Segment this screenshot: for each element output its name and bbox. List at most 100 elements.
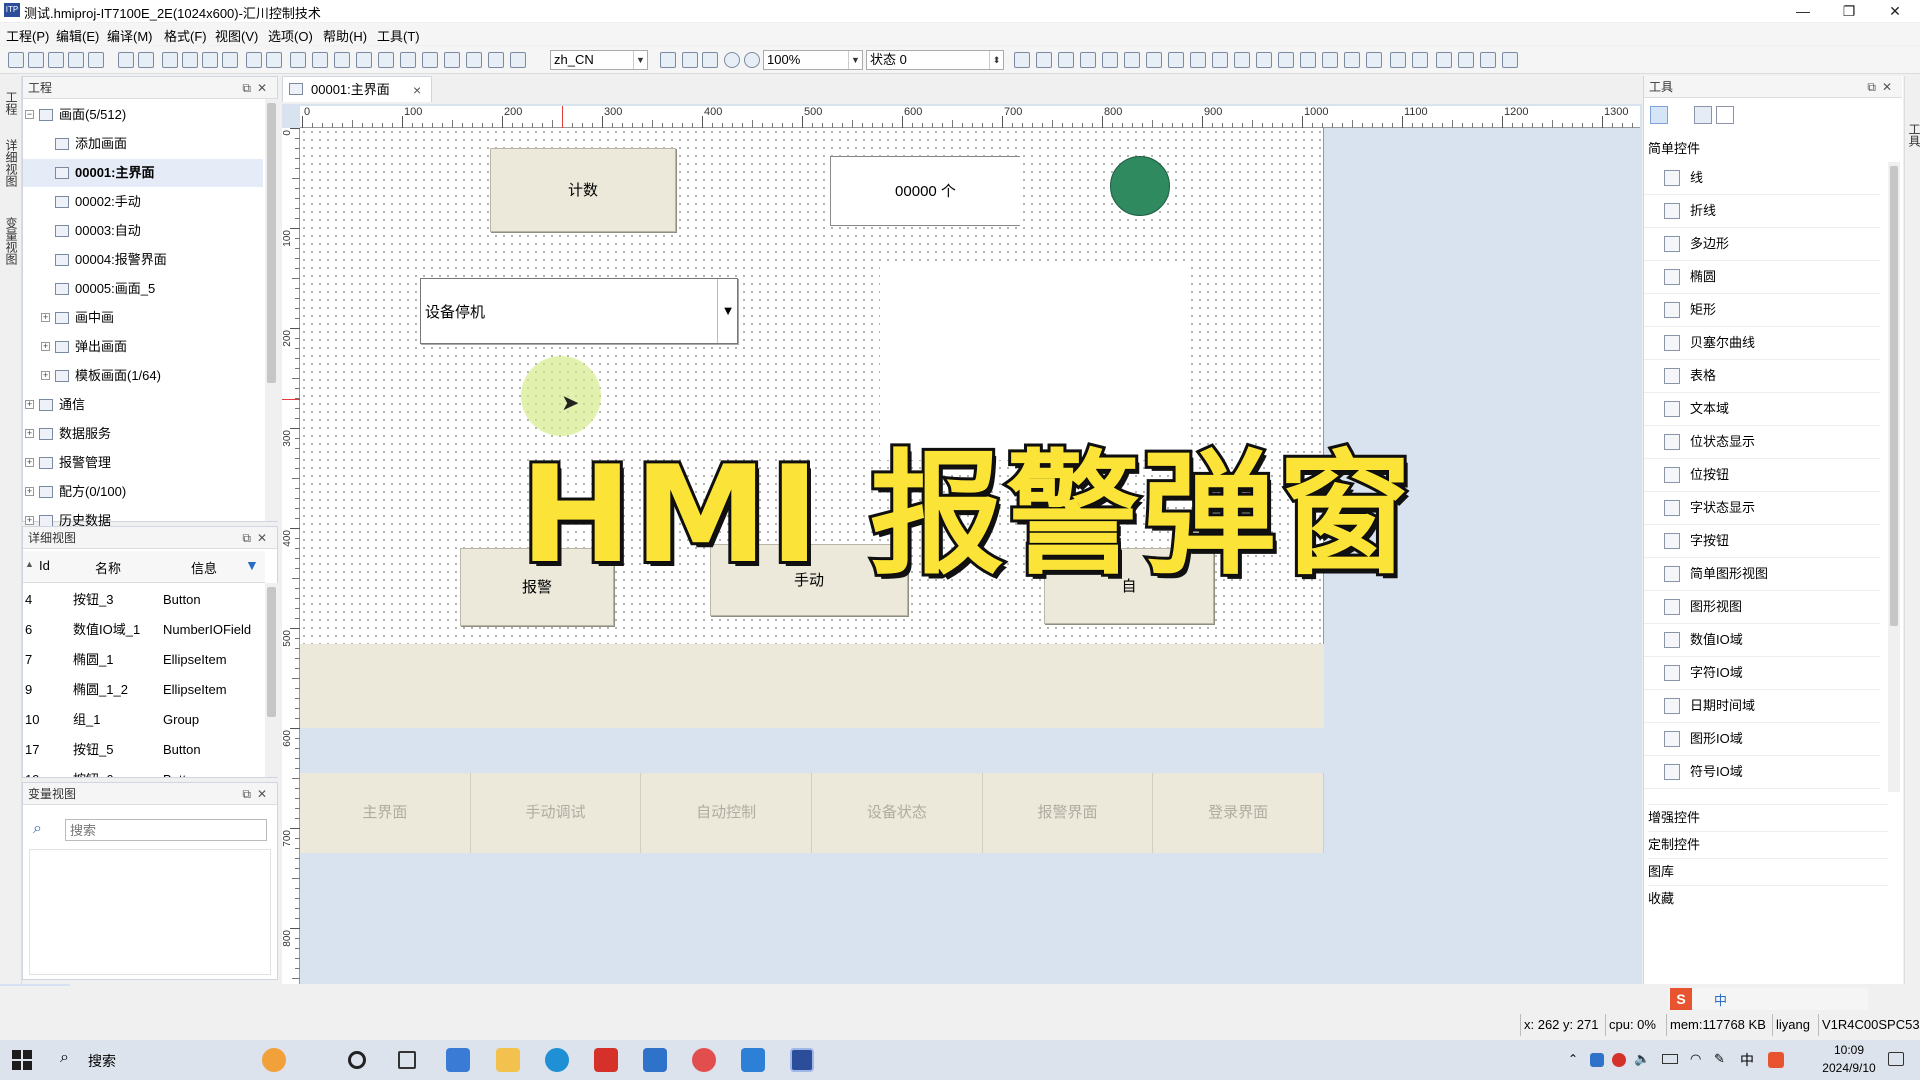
align-right-icon[interactable] (1058, 52, 1074, 68)
netease-music-icon[interactable] (692, 1048, 716, 1072)
tools-scrollbar[interactable] (1888, 162, 1900, 792)
detail-table-row[interactable]: 9 椭圆_1_2 EllipseItem (23, 675, 265, 705)
search-icon[interactable]: ⌕ (60, 1049, 69, 1067)
tool-item[interactable]: 位状态显示 (1664, 426, 1880, 458)
tool-section[interactable]: 定制控件 (1648, 831, 1888, 857)
tool-item[interactable]: 字符IO域 (1664, 657, 1880, 689)
refresh-icon[interactable] (422, 52, 438, 68)
tool-item[interactable]: 文本域 (1664, 393, 1880, 425)
menu-view[interactable]: 视图(V) (215, 26, 258, 45)
compile-icon[interactable] (290, 52, 306, 68)
find-icon[interactable] (246, 52, 262, 68)
expand-icon[interactable]: + (41, 313, 50, 322)
tree-item[interactable]: + 通信 (23, 391, 263, 419)
tool-item[interactable]: 按钮 (1664, 789, 1880, 792)
clock-date[interactable]: 2024/9/10 (1816, 1061, 1882, 1075)
cortana-icon[interactable] (348, 1051, 366, 1069)
menu-tools[interactable]: 工具(T) (377, 26, 420, 45)
restore-button[interactable]: ❐ (1826, 0, 1872, 22)
bring-front-icon[interactable] (1436, 52, 1452, 68)
tree-item[interactable]: 添加画面 (23, 130, 263, 158)
mail-icon[interactable] (643, 1048, 667, 1072)
pointer-mode-icon[interactable] (1650, 106, 1668, 124)
detail-table-row[interactable]: 7 椭圆_1 EllipseItem (23, 645, 265, 675)
language-select[interactable]: zh_CN ▼ (550, 50, 648, 70)
ime-toolbar[interactable]: S 中 (1668, 988, 1868, 1010)
wifi-icon[interactable]: ◠ (1690, 1051, 1701, 1067)
sogou-tray-icon[interactable] (1768, 1052, 1784, 1068)
paste-icon[interactable] (202, 52, 218, 68)
align-middle-icon[interactable] (1102, 52, 1118, 68)
collapse-icon[interactable]: − (25, 110, 34, 119)
tool-item[interactable]: 符号IO域 (1664, 756, 1880, 788)
align-left-icon[interactable] (1014, 52, 1030, 68)
detail-table-row[interactable]: 10 组_1 Group (23, 705, 265, 735)
tree-item[interactable]: + 报警管理 (23, 449, 263, 477)
pen-icon[interactable]: ✎ (1714, 1051, 1725, 1067)
nav-button[interactable]: 设备状态 (812, 773, 983, 853)
vtab-project[interactable]: 工程 (2, 86, 20, 120)
transfer-icon[interactable] (466, 52, 482, 68)
print-icon[interactable] (88, 52, 104, 68)
zoom-in-icon[interactable] (724, 52, 740, 68)
menu-options[interactable]: 选项(O) (268, 26, 313, 45)
redo-icon[interactable] (138, 52, 154, 68)
align-top-icon[interactable] (1080, 52, 1096, 68)
offline-sim-icon[interactable] (334, 52, 350, 68)
tree-item[interactable]: 00001:主界面 (23, 159, 263, 187)
tree-item[interactable]: + 画中画 (23, 304, 263, 332)
detail-table-row[interactable]: 19 按钮_6 Button (23, 765, 265, 777)
detail-table-row[interactable]: 4 按钮_3 Button (23, 585, 265, 615)
tool-item[interactable]: 多边形 (1664, 228, 1880, 260)
flip-h-icon[interactable] (1300, 52, 1316, 68)
replace-icon[interactable] (266, 52, 282, 68)
undo-icon[interactable] (118, 52, 134, 68)
tree-item[interactable]: 00002:手动 (23, 188, 263, 216)
sogou-ime-icon[interactable]: S (1670, 988, 1692, 1010)
align-center-icon[interactable] (1036, 52, 1052, 68)
open-icon[interactable] (28, 52, 44, 68)
tool-item[interactable]: 数值IO域 (1664, 624, 1880, 656)
weather-widget-icon[interactable] (262, 1048, 286, 1072)
send-backward-icon[interactable] (1502, 52, 1518, 68)
menu-help[interactable]: 帮助(H) (323, 26, 367, 45)
battery-icon[interactable] (1662, 1054, 1678, 1064)
tool-section[interactable]: 图库 (1648, 858, 1888, 884)
tool-section[interactable]: 收藏 (1648, 885, 1888, 911)
text-display-area[interactable] (880, 266, 1186, 460)
close-tab-icon[interactable]: × (413, 77, 421, 103)
edge-icon[interactable] (545, 1048, 569, 1072)
send-back-icon[interactable] (1458, 52, 1474, 68)
tray-expand-icon[interactable]: ⌃ (1568, 1052, 1578, 1066)
detail-scrollbar[interactable] (265, 583, 278, 777)
tool-item[interactable]: 图形IO域 (1664, 723, 1880, 755)
detail-table-row[interactable]: 17 按钮_5 Button (23, 735, 265, 765)
tool-item[interactable]: 字按钮 (1664, 525, 1880, 557)
cut-icon[interactable] (162, 52, 178, 68)
input-language-indicator[interactable]: 中 (1740, 1050, 1754, 1070)
menu-compile[interactable]: 编译(M) (107, 26, 153, 45)
grid-icon[interactable] (682, 52, 698, 68)
unlock-icon[interactable] (1412, 52, 1428, 68)
project-scrollbar[interactable] (265, 99, 278, 521)
sort-ascending-icon[interactable]: ▲ (25, 559, 34, 569)
menu-project[interactable]: 工程(P) (6, 26, 49, 45)
counter-numeric-io[interactable]: 00000 个 (830, 156, 1020, 226)
same-size-icon[interactable] (1234, 52, 1250, 68)
tool-item[interactable]: 简单图形视图 (1664, 558, 1880, 590)
wps-icon[interactable] (594, 1048, 618, 1072)
ime-mode-indicator[interactable]: 中 (1714, 990, 1727, 1009)
tool-item[interactable]: 贝塞尔曲线 (1664, 327, 1880, 359)
hmi-screen-canvas[interactable]: 计数 00000 个 设备停机 ▼ ➤ 报警 手动 自 主界面 手动调试 自动控制设… (300, 128, 1324, 853)
distribute-v-icon[interactable] (1168, 52, 1184, 68)
list-view-icon[interactable] (1694, 106, 1712, 124)
expand-icon[interactable]: + (25, 400, 34, 409)
expand-icon[interactable]: + (25, 429, 34, 438)
transfer-all-icon[interactable] (488, 52, 504, 68)
panel-controls[interactable]: ⧉✕ (242, 77, 273, 99)
grid-view-icon[interactable] (1716, 106, 1734, 124)
tool-item[interactable]: 字状态显示 (1664, 492, 1880, 524)
zoom-select[interactable]: 100% ▼ (763, 50, 863, 70)
network-icon[interactable] (444, 52, 460, 68)
transfer-sim-icon[interactable] (510, 52, 526, 68)
